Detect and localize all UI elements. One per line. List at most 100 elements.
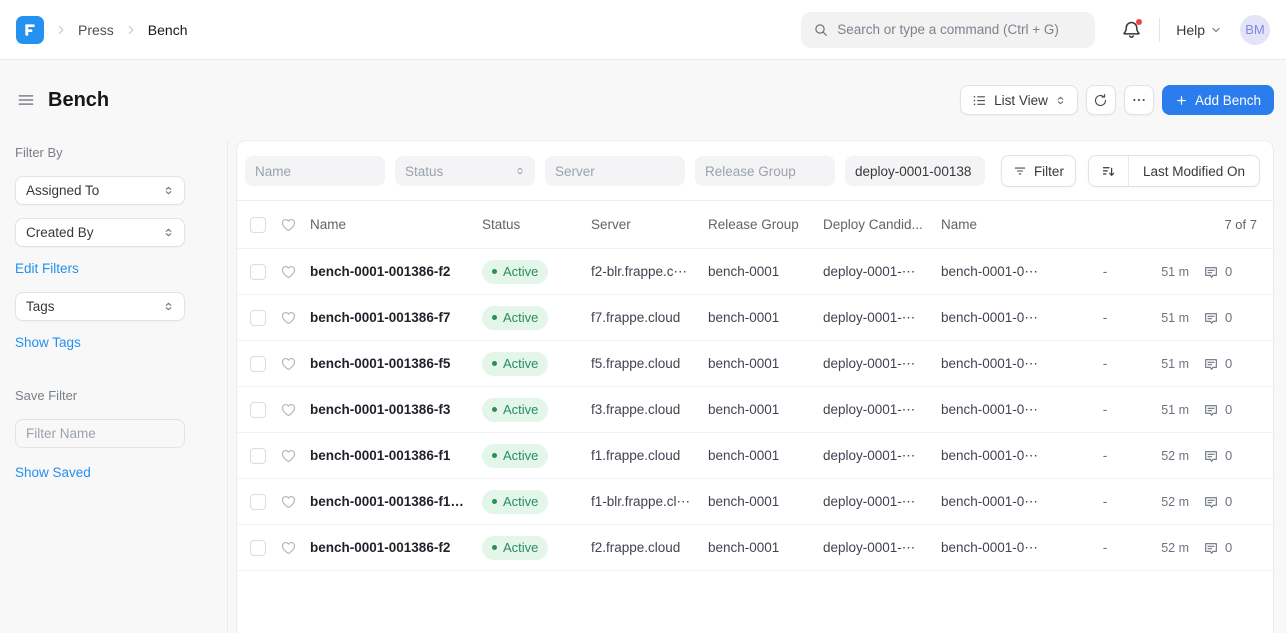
deploy-candidate-cell: deploy-0001-⋯ [823,494,927,510]
release-group-cell: bench-0001 [708,494,809,509]
row-checkbox[interactable] [250,264,266,280]
help-menu[interactable]: Help [1176,22,1222,38]
breadcrumb-press[interactable]: Press [78,22,114,38]
favorite-heart-icon[interactable] [280,355,297,372]
select-all-checkbox[interactable] [250,217,266,233]
col-header-name[interactable]: Name [310,217,468,232]
row-checkbox[interactable] [250,448,266,464]
table-row[interactable]: bench-0001-001386-f1 Active f1.frappe.cl… [237,432,1273,478]
status-filter[interactable]: Status [395,156,535,186]
filter-name-input[interactable] [15,419,185,448]
table-row[interactable]: bench-0001-001386-f5 Active f5.frappe.cl… [237,340,1273,386]
row-checkbox[interactable] [250,494,266,510]
table-row[interactable]: bench-0001-001386-f7 Active f7.frappe.cl… [237,294,1273,340]
comments-cell[interactable]: 0 [1203,402,1257,418]
comments-cell[interactable]: 0 [1203,494,1257,510]
sort-control[interactable]: Last Modified On [1088,155,1260,187]
bench-name-link[interactable]: bench-0001-001386-f2 [310,264,468,279]
deploy-candidate-filter[interactable] [845,156,985,186]
list-filter-bar: Status Filter [237,141,1273,201]
user-avatar[interactable]: BM [1240,15,1270,45]
view-switcher-label: List View [994,93,1048,108]
tags-select[interactable]: Tags [15,292,185,321]
favorite-heart-icon[interactable] [280,309,297,326]
modified-cell: 52 m [1131,541,1189,555]
notifications-button[interactable] [1121,19,1143,41]
server-filter[interactable] [545,156,685,186]
chevron-down-icon [1210,24,1222,36]
heart-icon [280,216,297,233]
comments-cell[interactable]: 0 [1203,264,1257,280]
sidebar-toggle-button[interactable] [16,90,36,110]
release-group-filter-input[interactable] [705,164,825,179]
favorite-heart-icon[interactable] [280,493,297,510]
comments-cell[interactable]: 0 [1203,448,1257,464]
bench-name-link[interactable]: bench-0001-001386-f2 [310,540,468,555]
bench-list-card: Status Filter [236,140,1274,633]
col-header-name2[interactable]: Name [941,217,1079,232]
row-checkbox[interactable] [250,310,266,326]
created-by-select[interactable]: Created By [15,218,185,247]
col-header-deploy-candidate[interactable]: Deploy Candid... [823,217,927,232]
table-row[interactable]: bench-0001-001386-f2 Active f2.frappe.cl… [237,524,1273,570]
col-header-status[interactable]: Status [482,217,577,232]
row-count: 7 of 7 [1093,217,1257,232]
frappe-logo-icon[interactable] [16,16,44,44]
navbar-divider [1159,18,1160,42]
add-bench-button[interactable]: Add Bench [1162,85,1274,115]
bench-name-link[interactable]: bench-0001-001386-f3 [310,402,468,417]
bench-name-link[interactable]: bench-0001-001386-f1-blr [310,494,468,509]
col-header-server[interactable]: Server [591,217,694,232]
filter-button[interactable]: Filter [1001,155,1076,187]
server-filter-input[interactable] [555,164,675,179]
assignee-cell: - [1093,448,1117,463]
bench-name-link[interactable]: bench-0001-001386-f5 [310,356,468,371]
table-row[interactable]: bench-0001-001386-f1-blr Active f1-blr.f… [237,478,1273,524]
comments-cell[interactable]: 0 [1203,540,1257,556]
favorite-heart-icon[interactable] [280,447,297,464]
refresh-button[interactable] [1086,85,1116,115]
assignee-cell: - [1093,402,1117,417]
row-checkbox[interactable] [250,402,266,418]
comment-count: 0 [1225,310,1232,325]
breadcrumb-bench[interactable]: Bench [148,22,188,38]
favorite-heart-icon[interactable] [280,263,297,280]
row-checkbox[interactable] [250,356,266,372]
status-dot-icon [492,545,497,550]
deploy-candidate-filter-input[interactable] [855,164,975,179]
name-filter[interactable] [245,156,385,186]
col-header-release-group[interactable]: Release Group [708,217,809,232]
view-switcher-button[interactable]: List View [960,85,1078,115]
global-search[interactable] [801,12,1095,48]
comments-cell[interactable]: 0 [1203,356,1257,372]
comment-count: 0 [1225,402,1232,417]
status-label: Active [503,540,538,555]
assigned-to-label: Assigned To [26,183,99,198]
page-header: Bench List View Add Bench [0,60,1286,140]
assigned-to-select[interactable]: Assigned To [15,176,185,205]
show-saved-link[interactable]: Show Saved [15,465,91,480]
release-group-filter[interactable] [695,156,835,186]
edit-filters-link[interactable]: Edit Filters [15,261,79,276]
status-filter-label: Status [405,164,515,179]
sort-field-button[interactable]: Last Modified On [1129,156,1259,186]
name-filter-input[interactable] [255,164,375,179]
more-options-button[interactable] [1124,85,1154,115]
bench-name-link[interactable]: bench-0001-001386-f1 [310,448,468,463]
show-tags-link[interactable]: Show Tags [15,335,81,350]
comments-cell[interactable]: 0 [1203,310,1257,326]
favorite-heart-icon[interactable] [280,539,297,556]
chevron-right-icon [124,23,138,37]
search-input[interactable] [837,22,1083,37]
favorite-heart-icon[interactable] [280,401,297,418]
comment-icon [1203,402,1219,418]
assignee-cell: - [1093,494,1117,509]
release-group-cell: bench-0001 [708,540,809,555]
table-row[interactable]: bench-0001-001386-f3 Active f3.frappe.cl… [237,386,1273,432]
row-checkbox[interactable] [250,540,266,556]
bench-name-link[interactable]: bench-0001-001386-f7 [310,310,468,325]
save-filter-label: Save Filter [15,388,213,403]
sort-direction-button[interactable] [1089,156,1129,186]
table-row[interactable]: bench-0001-001386-f2 Active f2-blr.frapp… [237,248,1273,294]
deploy-candidate-cell: deploy-0001-⋯ [823,540,927,556]
